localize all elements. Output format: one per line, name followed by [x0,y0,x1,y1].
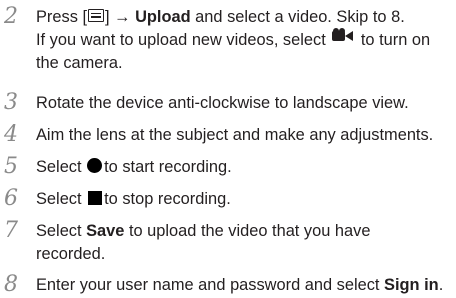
step-number: 7 [4,218,18,243]
save-label: Save [86,222,125,240]
stop-square-icon [88,190,103,205]
step-number: 3 [4,90,18,115]
upload-label: Upload [135,8,191,26]
step-line: Enter your user name and password and se… [36,276,444,294]
step-number: 4 [4,122,18,147]
video-camera-icon [332,27,354,50]
step-number: 6 [4,186,18,211]
step-text: Aim the lens at the subject and make any… [36,124,454,147]
step-text: Rotate the device anti-clockwise to land… [36,92,454,115]
step-line: Select Save to upload the video that you… [36,222,371,240]
step-number: 5 [4,154,18,179]
step-text: Enter your user name and password and se… [36,274,454,297]
step-line: If you want to upload new videos, select… [36,27,454,52]
step-text: Select Save to upload the video that you… [36,220,454,266]
step-text: Press [] → Upload and select a video. Sk… [36,6,454,75]
menu-key-icon [88,9,105,23]
step-line: the camera. [36,54,123,73]
step-number: 8 [4,272,18,297]
step-text: Select to start recording. [36,156,454,179]
step-line: Select to start recording. [36,158,232,176]
step-line: Press [] → Upload and select a video. Sk… [36,8,405,26]
step-text: Select to stop recording. [36,188,454,211]
step-line: recorded. [36,245,106,263]
step-line: Aim the lens at the subject and make any… [36,126,434,144]
step-line: Select to stop recording. [36,190,231,208]
record-circle-icon [87,158,103,174]
step-line: Rotate the device anti-clockwise to land… [36,94,409,112]
step-number: 2 [4,4,18,29]
instruction-steps: 2 Press [] → Upload and select a video. … [0,0,456,298]
sign-in-label: Sign in [384,276,439,294]
